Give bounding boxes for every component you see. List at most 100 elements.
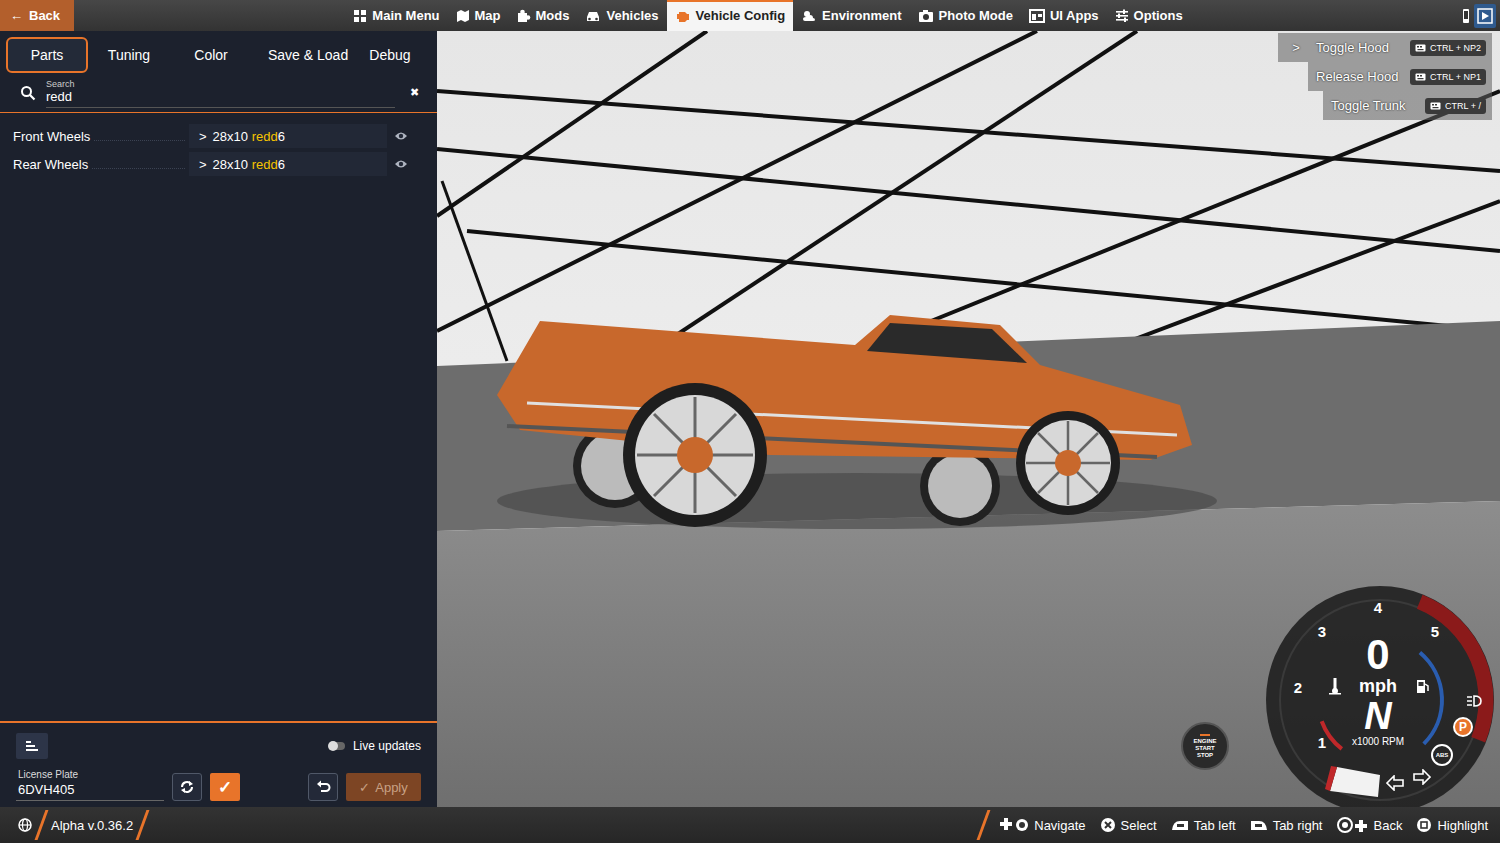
part-value-segment: 6 bbox=[278, 129, 285, 144]
rpm-tick-label: 3 bbox=[1318, 624, 1326, 639]
search-divider bbox=[0, 112, 437, 113]
part-select[interactable]: >28x10 redd6 bbox=[189, 152, 387, 176]
part-value: 28x10 redd6 bbox=[213, 157, 285, 172]
search-bar: Searchredd ✖ bbox=[0, 77, 437, 108]
engine-icon bbox=[675, 9, 691, 23]
config-tab[interactable]: Color bbox=[170, 37, 252, 73]
key-combo: CTRL + NP2 bbox=[1410, 40, 1486, 56]
controller-hint: Highlight bbox=[1416, 817, 1488, 833]
expand-chevron: > bbox=[199, 129, 207, 144]
orange-divider bbox=[136, 810, 150, 840]
menu-tab-label: Vehicles bbox=[606, 8, 658, 23]
parts-tree-button[interactable] bbox=[16, 733, 48, 759]
search-value[interactable]: redd bbox=[46, 89, 395, 104]
magnifier-icon bbox=[20, 85, 36, 101]
confirm-plate-button[interactable]: ✓ bbox=[210, 773, 240, 801]
b-button-icon bbox=[1337, 817, 1369, 833]
rpm-unit-label: x1000 RPM bbox=[1352, 737, 1404, 747]
live-updates-switch[interactable] bbox=[329, 742, 345, 750]
part-slot: Rear Wheels bbox=[0, 157, 189, 172]
menu-tab-label: Environment bbox=[822, 8, 901, 23]
menu-tab[interactable]: Options bbox=[1107, 0, 1191, 31]
menu-tab[interactable]: Environment bbox=[793, 0, 909, 31]
engine-start-stop-button[interactable]: ENGINESTARTSTOP bbox=[1181, 722, 1229, 770]
play-icon bbox=[1477, 8, 1493, 24]
part-value-segment: redd bbox=[252, 157, 278, 172]
menu-tab[interactable]: Mods bbox=[509, 0, 578, 31]
visibility-toggle[interactable] bbox=[389, 159, 413, 169]
back-button[interactable]: ←Back bbox=[0, 0, 74, 31]
engine-indicator-dash bbox=[1200, 734, 1210, 736]
live-updates-label: Live updates bbox=[353, 739, 421, 753]
part-value-segment: 28x10 bbox=[213, 157, 252, 172]
left-turn-signal-icon bbox=[1386, 775, 1404, 791]
menu-tab[interactable]: Vehicles bbox=[577, 0, 666, 31]
part-row: Rear Wheels>28x10 redd6 bbox=[0, 150, 437, 178]
apps-icon bbox=[1029, 9, 1045, 23]
fuel-icon bbox=[1416, 678, 1430, 694]
main-area: PartsTuningColorSave & LoadDebugSearchre… bbox=[0, 31, 1500, 807]
version-info: Alpha v.0.36.2 bbox=[0, 810, 144, 840]
apply-button: ✓Apply bbox=[346, 773, 421, 801]
game-ui: ←Back Main Menu Map Mods Vehicles Vehicle Con… bbox=[0, 0, 1500, 843]
visibility-toggle[interactable] bbox=[389, 131, 413, 141]
left-bumper-icon bbox=[1171, 819, 1189, 831]
menu-tab-label: Map bbox=[475, 8, 501, 23]
speed-unit: mph bbox=[1359, 677, 1397, 695]
eye-icon bbox=[394, 159, 408, 169]
part-value-segment: 6 bbox=[278, 157, 285, 172]
play-button[interactable] bbox=[1474, 4, 1496, 28]
controller-hint: Tab right bbox=[1250, 818, 1323, 833]
keybinding-row[interactable]: >Toggle HoodCTRL + NP2 bbox=[1278, 33, 1492, 62]
thermometer-icon bbox=[1328, 677, 1342, 695]
menu-tab[interactable]: UI Apps bbox=[1021, 0, 1107, 31]
undo-button[interactable] bbox=[308, 773, 338, 801]
rpm-tick-label: 1 bbox=[1318, 735, 1326, 750]
top-menu-bar: ←Back Main Menu Map Mods Vehicles Vehicle Con… bbox=[0, 0, 1500, 31]
part-slot: Front Wheels bbox=[0, 129, 189, 144]
controller-hint-label: Select bbox=[1121, 818, 1157, 833]
key-combo: CTRL + / bbox=[1425, 98, 1486, 114]
phone-icon[interactable] bbox=[1462, 8, 1470, 24]
menu-tab[interactable]: Map bbox=[448, 0, 509, 31]
gear-indicator: N bbox=[1364, 697, 1391, 735]
menu-tab[interactable]: Photo Mode bbox=[910, 0, 1021, 31]
config-tab[interactable]: Save & Load bbox=[252, 37, 349, 73]
live-updates[interactable]: Live updates bbox=[329, 739, 421, 753]
random-plate-button[interactable] bbox=[172, 773, 202, 801]
parking-brake-indicator: P bbox=[1453, 717, 1473, 737]
license-plate-field[interactable]: License Plate6DVH405 bbox=[16, 769, 164, 801]
a-button-icon bbox=[1100, 817, 1116, 833]
engine-button-label: ENGINE bbox=[1193, 738, 1216, 745]
search-field[interactable]: Searchredd bbox=[46, 77, 395, 108]
footer-row: Live updates bbox=[16, 733, 421, 759]
keybinding-row[interactable]: Release HoodCTRL + NP1 bbox=[1308, 62, 1492, 91]
part-row: Front Wheels>28x10 redd6 bbox=[0, 122, 437, 150]
config-tab[interactable]: Debug bbox=[349, 37, 431, 73]
config-tab[interactable]: Parts bbox=[6, 37, 88, 73]
part-select[interactable]: >28x10 redd6 bbox=[189, 124, 387, 148]
grid-icon bbox=[353, 9, 367, 23]
y-button-icon bbox=[1416, 817, 1432, 833]
collapse-hints-button[interactable]: > bbox=[1286, 40, 1306, 55]
key-combo-text: CTRL + NP1 bbox=[1430, 72, 1481, 82]
menu-tab-label: Main Menu bbox=[372, 8, 439, 23]
clear-search-button[interactable]: ✖ bbox=[405, 86, 423, 99]
weather-icon bbox=[801, 9, 817, 23]
search-label: Search bbox=[46, 79, 395, 89]
list-icon bbox=[25, 740, 39, 752]
camera-icon bbox=[918, 9, 934, 23]
license-plate-value[interactable]: 6DVH405 bbox=[18, 782, 164, 797]
globe-icon[interactable] bbox=[18, 818, 32, 832]
menu-tab[interactable]: Vehicle Config bbox=[667, 0, 794, 31]
game-viewport[interactable]: >Toggle HoodCTRL + NP2Release HoodCTRL +… bbox=[437, 31, 1500, 807]
menu-tab-label: Vehicle Config bbox=[696, 8, 786, 23]
config-tab[interactable]: Tuning bbox=[88, 37, 170, 73]
keybinding-row[interactable]: Toggle Trunk CTRL + / bbox=[1323, 91, 1492, 120]
menu-tab[interactable]: Main Menu bbox=[345, 0, 447, 31]
keyboard-icon bbox=[1415, 73, 1426, 81]
dotted-leader bbox=[92, 168, 185, 169]
right-bumper-icon bbox=[1250, 819, 1268, 831]
rpm-tick-label: 4 bbox=[1374, 600, 1382, 615]
keybinding-action: Toggle Trunk bbox=[1331, 98, 1415, 113]
